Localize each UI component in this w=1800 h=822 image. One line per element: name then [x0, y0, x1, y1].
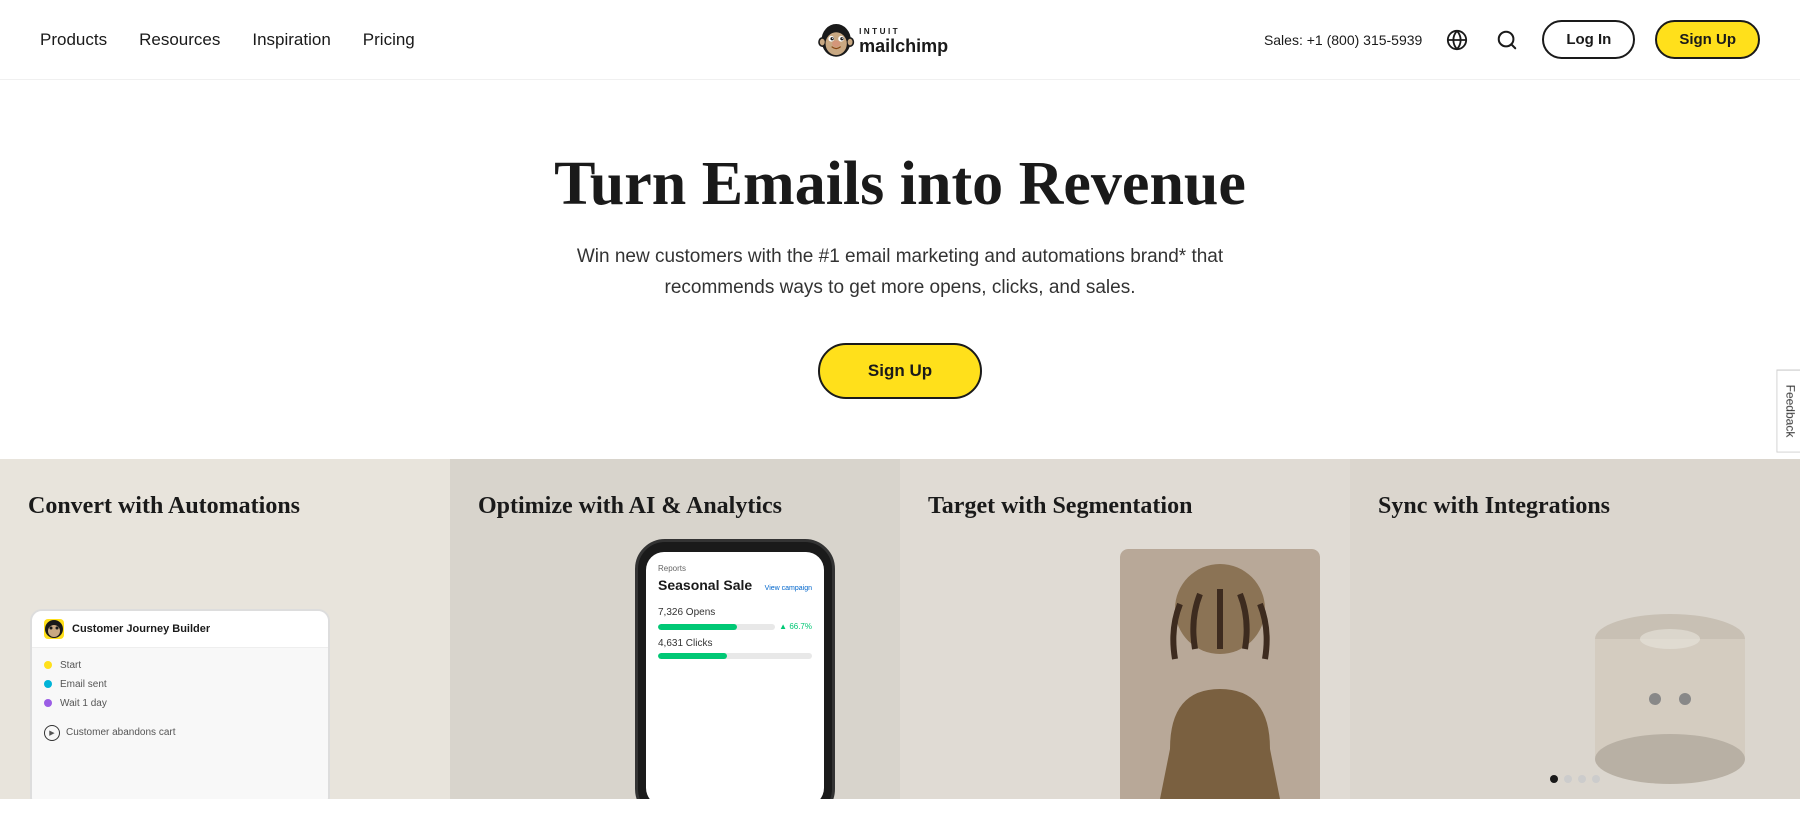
sales-number: Sales: +1 (800) 315-5939 [1264, 32, 1422, 48]
tablet-label: Customer Journey Builder [72, 623, 210, 635]
mailchimp-small-icon [44, 619, 64, 639]
feedback-tab[interactable]: Feedback [1777, 370, 1800, 453]
nav-resources[interactable]: Resources [139, 26, 220, 54]
automations-ui-mockup: Customer Journey Builder Start Email sen… [30, 609, 330, 799]
feature-integrations-title: Sync with Integrations [1378, 491, 1772, 522]
dot-active [1550, 775, 1558, 783]
segmentation-person-image [1120, 549, 1320, 799]
tablet-row-3: Wait 1 day [44, 698, 316, 709]
nav-left: Products Resources Inspiration Pricing [40, 26, 415, 54]
feature-segmentation-title: Target with Segmentation [928, 491, 1322, 522]
feature-segmentation: Target with Segmentation [900, 459, 1350, 799]
search-button[interactable] [1492, 25, 1522, 55]
svg-text:mailchimp: mailchimp [859, 35, 948, 55]
feature-automations: Convert with Automations Customer Journe… [0, 459, 450, 799]
tablet-row-1: Start [44, 660, 316, 671]
features-section: Convert with Automations Customer Journe… [0, 459, 1800, 799]
dot-icon [44, 699, 52, 707]
analytics-phone-mockup: Reports Seasonal Sale View campaign 7,32… [635, 539, 835, 799]
feature-analytics-title: Optimize with AI & Analytics [478, 491, 872, 522]
hero-title: Turn Emails into Revenue [40, 150, 1760, 218]
hero-signup-button[interactable]: Sign Up [818, 343, 982, 399]
dot-icon [44, 680, 52, 688]
opens-change: ▲ 66.7% [779, 622, 812, 631]
phone-reports-tag: Reports [658, 564, 812, 573]
view-campaign-link[interactable]: View campaign [765, 585, 812, 592]
navbar: Products Resources Inspiration Pricing [0, 0, 1800, 80]
hero-section: Turn Emails into Revenue Win new custome… [0, 80, 1800, 459]
phone-opens-stat: 7,326 Opens [658, 607, 812, 618]
nav-right: Sales: +1 (800) 315-5939 Log In Sign Up [1264, 20, 1760, 59]
cart-label: Customer abandons cart [66, 727, 176, 738]
site-logo[interactable]: INTUIT mailchimp [810, 15, 990, 65]
feature-analytics: Optimize with AI & Analytics Reports Sea… [450, 459, 900, 799]
nav-pricing[interactable]: Pricing [363, 26, 415, 54]
nav-inspiration[interactable]: Inspiration [252, 26, 330, 54]
feature-integrations: Sync with Integrations [1350, 459, 1800, 799]
tablet-cart-item: ▶ Customer abandons cart [44, 725, 316, 741]
nav-products[interactable]: Products [40, 26, 107, 54]
svg-text:INTUIT: INTUIT [859, 26, 900, 35]
phone-campaign-name: Seasonal Sale [658, 577, 752, 593]
integrations-device-image [1560, 579, 1780, 799]
phone-clicks-stat: 4,631 Clicks [658, 638, 812, 649]
login-button[interactable]: Log In [1542, 20, 1635, 59]
signup-nav-button[interactable]: Sign Up [1655, 20, 1760, 59]
hero-subtitle: Win new customers with the #1 email mark… [560, 242, 1240, 303]
phone-screen: Reports Seasonal Sale View campaign 7,32… [646, 552, 824, 799]
dot-icon [44, 661, 52, 669]
play-icon: ▶ [44, 725, 60, 741]
language-button[interactable] [1442, 25, 1472, 55]
feature-automations-title: Convert with Automations [28, 491, 422, 522]
tablet-row-2: Email sent [44, 679, 316, 690]
